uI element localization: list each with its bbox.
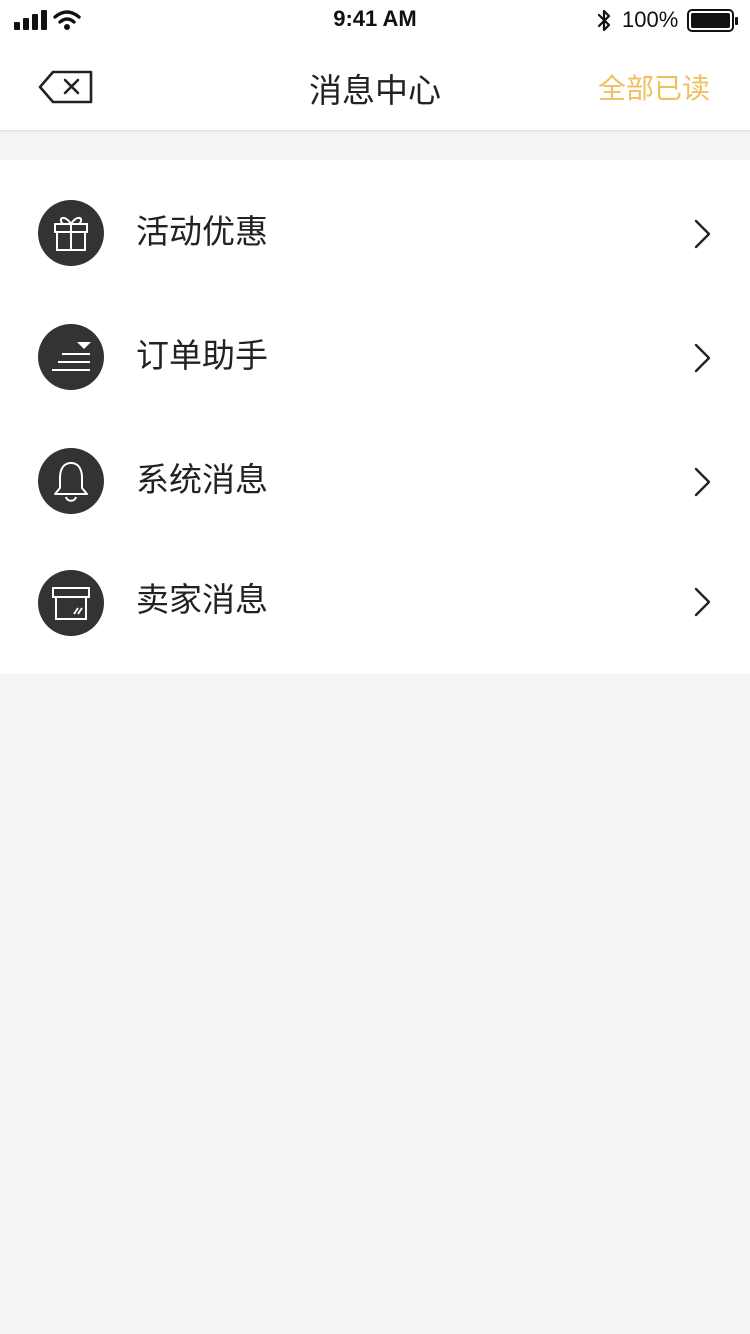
gift-icon xyxy=(38,200,104,266)
chevron-right-icon xyxy=(694,343,711,373)
chevron-right-icon xyxy=(694,219,711,249)
list-item-system-messages[interactable]: 系统消息 xyxy=(0,408,750,532)
bell-icon xyxy=(38,448,104,514)
list-item-order-assistant[interactable]: 订单助手 xyxy=(0,284,750,408)
order-list-icon xyxy=(38,324,104,390)
list-item-label: 系统消息 xyxy=(136,460,268,499)
list-item-activity-promotions[interactable]: 活动优惠 xyxy=(0,160,750,284)
chevron-right-icon xyxy=(694,467,711,497)
battery-icon xyxy=(687,9,738,32)
list-item-label: 卖家消息 xyxy=(136,580,268,619)
mark-all-read-button[interactable]: 全部已读 xyxy=(598,67,710,107)
list-item-label: 活动优惠 xyxy=(136,212,268,251)
status-bar: 9:41 AM 100% xyxy=(0,0,750,40)
list-item-label: 订单助手 xyxy=(136,336,268,375)
battery-percent: 100% xyxy=(622,7,679,32)
chevron-right-icon xyxy=(694,587,711,617)
message-category-list: 活动优惠 订单助手 系统消息 卖家消息 xyxy=(0,160,750,674)
nav-bar: 消息中心 全部已读 xyxy=(0,40,750,131)
list-item-seller-messages[interactable]: 卖家消息 xyxy=(0,532,750,656)
bluetooth-icon xyxy=(597,9,611,32)
store-box-icon xyxy=(38,570,104,636)
